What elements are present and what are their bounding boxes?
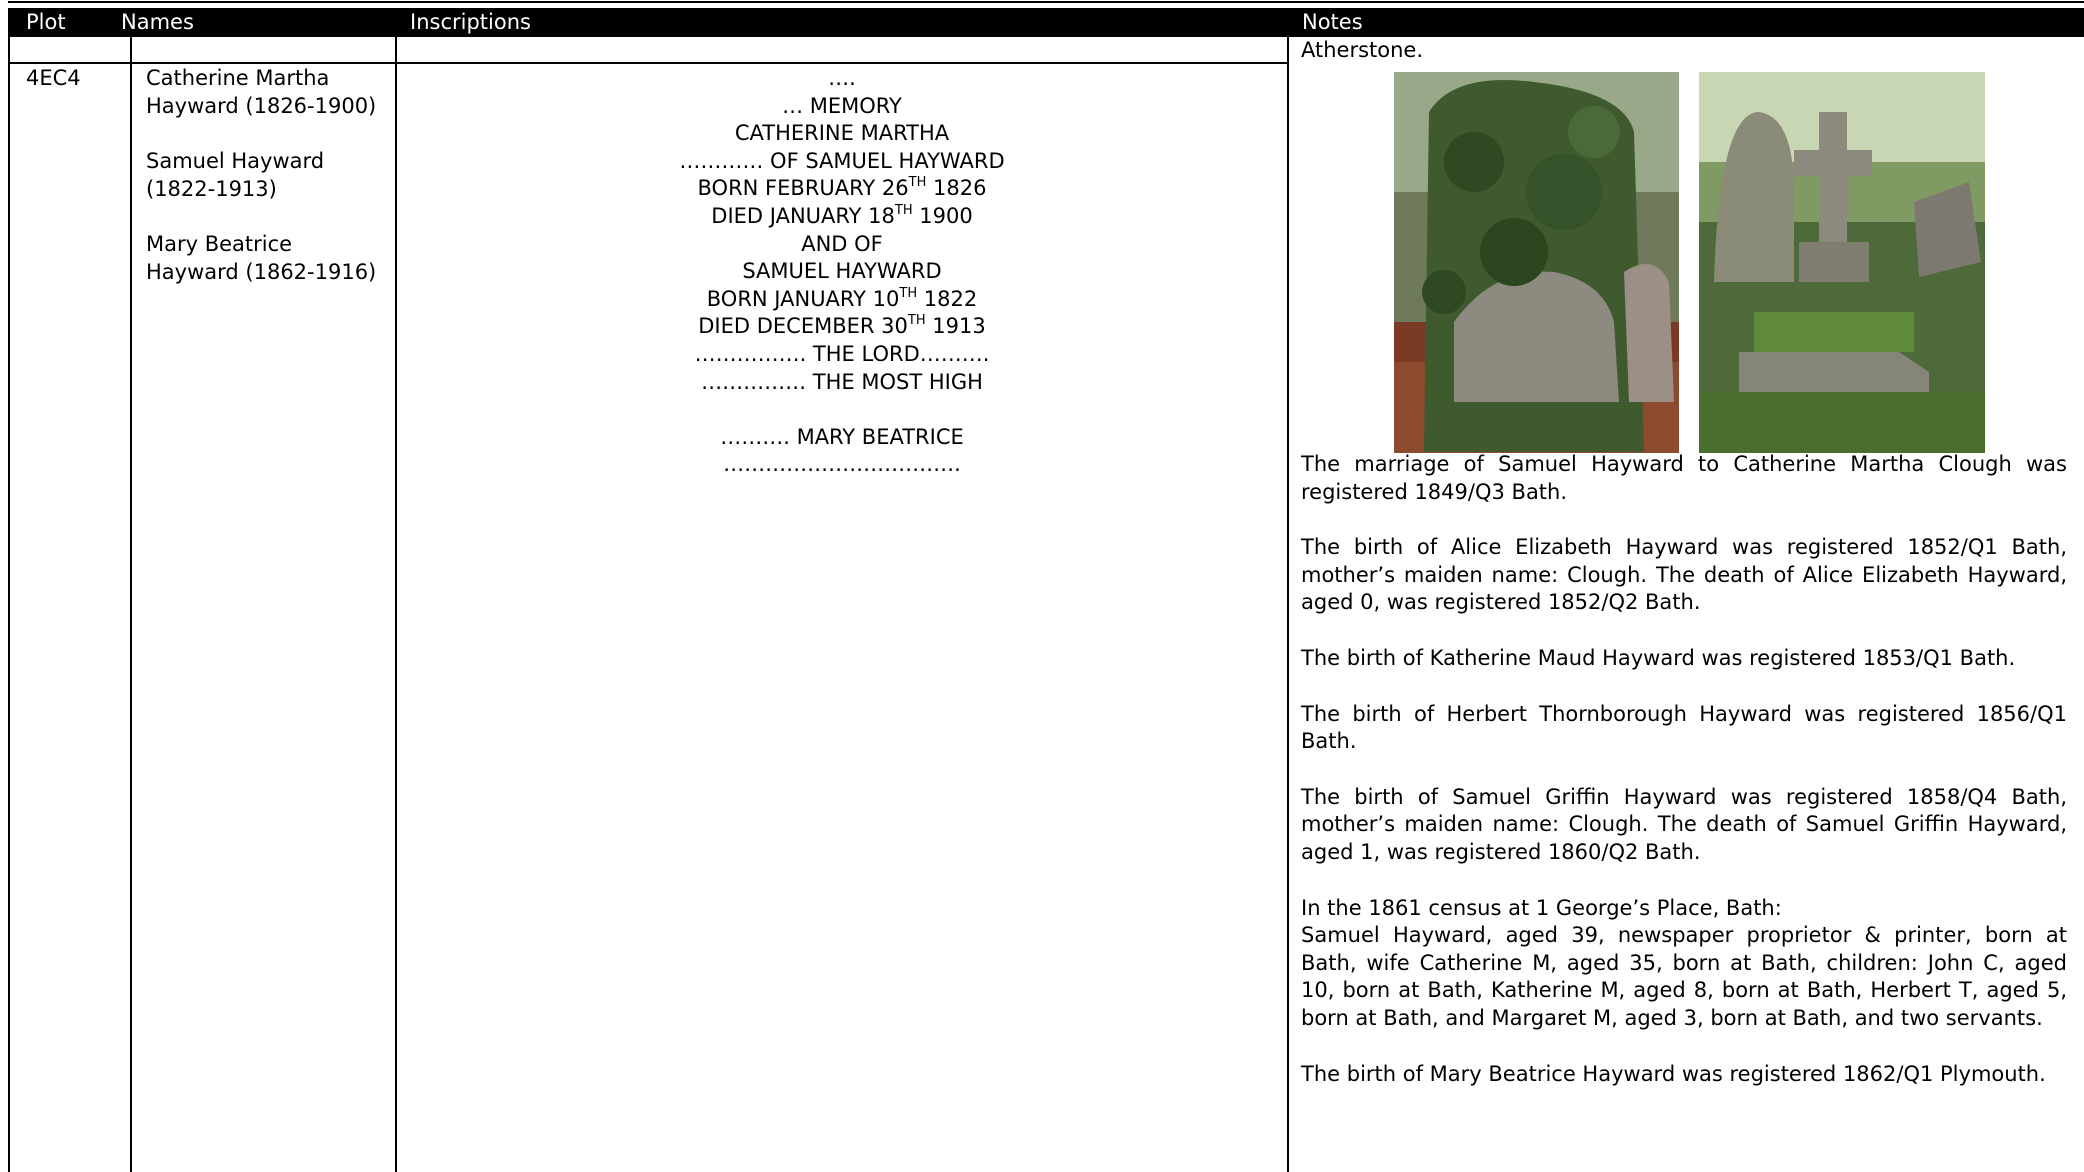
row-divider [8,62,1289,64]
inscription-line: DIED JANUARY 18TH 1900 [397,203,1287,231]
inscription-text: DIED JANUARY 18 [711,203,895,228]
inscription-line: BORN FEBRUARY 26TH 1826 [397,175,1287,203]
names-cell: Catherine Martha Hayward (1826-1900) Sam… [146,65,391,315]
note-paragraph: The marriage of Samuel Hayward to Cather… [1301,452,2067,504]
inscription-line: ……………………………. [723,452,961,477]
header-notes: Notes [1302,10,1363,34]
ivy-covered-headstone-photo [1394,72,1679,453]
burial-record-table: Plot Names Inscriptions Notes Atherstone… [8,8,2084,1172]
column-divider [130,37,132,1172]
note-paragraph: In the 1861 census at 1 George’s Place, … [1301,895,1782,920]
header-plot: Plot [26,10,66,34]
name-entry: Samuel Hayward (1822-1913) [146,149,325,201]
top-rule [8,1,2084,3]
ordinal-suffix: TH [908,175,927,191]
note-paragraph: Samuel Hayward, aged 39, newspaper propr… [1301,923,2067,1030]
inscription-text: 1822 [917,286,978,311]
inscription-line: …. [828,66,856,90]
inscription-text: 1913 [925,314,986,339]
inscription-cell: …. … MEMORY CATHERINE MARTHA ………… OF SAM… [397,65,1287,479]
inscription-line: SAMUEL HAYWARD [742,259,942,284]
inscription-text: 1900 [912,203,973,228]
note-paragraph: The birth of Herbert Thornborough Haywar… [1301,701,2067,754]
inscription-blank-line [397,396,1287,424]
table-header-row: Plot Names Inscriptions Notes [8,8,2084,37]
ordinal-suffix: TH [899,285,918,301]
inscription-line: AND OF [801,231,883,256]
notes-cell: The marriage of Samuel Hayward to Cather… [1301,451,2067,1088]
note-paragraph: The birth of Samuel Griffin Hayward was … [1301,784,2067,864]
inscription-text: BORN FEBRUARY 26 [697,176,909,201]
header-inscriptions: Inscriptions [410,10,531,34]
note-paragraph: The birth of Katherine Maud Hayward was … [1301,645,2016,670]
table-border-left [8,37,10,1172]
inscription-line: DIED DECEMBER 30TH 1913 [397,313,1287,341]
inscription-line: ……………. THE LORD………. [694,341,990,366]
inscription-line: CATHERINE MARTHA [734,121,950,146]
inscription-text: BORN JANUARY 10 [706,286,900,311]
header-names: Names [121,10,194,34]
ordinal-suffix: TH [894,202,913,218]
inscription-text: 1826 [926,176,987,201]
carryover-note: Atherstone. [1301,38,1424,62]
note-paragraph: The birth of Alice Elizabeth Hayward was… [1301,535,2067,615]
inscription-line: ………… OF SAMUEL HAYWARD [679,148,1005,173]
note-paragraph: The birth of Mary Beatrice Hayward was r… [1301,1061,2046,1086]
plot-cell: 4EC4 [26,66,81,90]
headstone-and-cross-photo [1699,72,1985,453]
inscription-line: … MEMORY [782,93,902,118]
inscription-line: ………. MARY BEATRICE [720,424,964,449]
inscription-text: DIED DECEMBER 30 [698,314,908,339]
column-divider [1287,37,1289,1172]
name-entry: Mary Beatrice Hayward (1862-1916) [146,232,377,284]
name-entry: Catherine Martha Hayward (1826-1900) [146,66,377,118]
inscription-line: …………… THE MOST HIGH [701,369,983,394]
inscription-line: BORN JANUARY 10TH 1822 [397,286,1287,314]
ordinal-suffix: TH [907,313,926,329]
